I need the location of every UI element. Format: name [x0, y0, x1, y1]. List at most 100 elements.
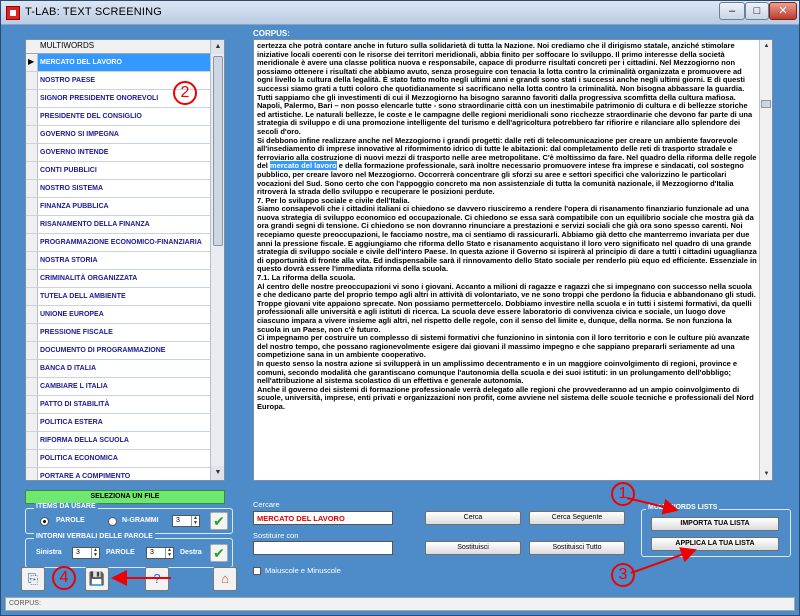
radio-ngrammi[interactable]: [108, 517, 117, 526]
row-marker[interactable]: [26, 450, 38, 467]
destra-stepper[interactable]: 3 ▲ ▼: [146, 547, 174, 559]
row-marker[interactable]: [26, 378, 38, 395]
row-marker[interactable]: [26, 306, 38, 323]
list-item[interactable]: PRESSIONE FISCALE: [26, 324, 210, 342]
scroll-up-arrow-icon[interactable]: ▲: [211, 40, 224, 54]
row-marker[interactable]: [26, 288, 38, 305]
corpus-textbox[interactable]: certezza che potrà contare anche in futu…: [253, 39, 773, 481]
list-item[interactable]: DOCUMENTO DI PROGRAMMAZIONE: [26, 342, 210, 360]
list-item[interactable]: PRESIDENTE DEL CONSIGLIO: [26, 108, 210, 126]
destra-label: Destra: [180, 549, 202, 556]
radio-parole[interactable]: [40, 517, 49, 526]
apply-list-button[interactable]: APPLICA LA TUA LISTA: [651, 537, 779, 551]
list-item[interactable]: PORTARE A COMPIMENTO: [26, 468, 210, 480]
row-marker[interactable]: [26, 90, 38, 107]
minimize-button[interactable]: –: [719, 2, 745, 20]
row-marker[interactable]: [26, 414, 38, 431]
row-marker[interactable]: [26, 108, 38, 125]
row-marker[interactable]: [26, 252, 38, 269]
help-icon[interactable]: ?: [145, 567, 169, 591]
row-marker[interactable]: [26, 180, 38, 197]
list-item[interactable]: NOSTRA STORIA: [26, 252, 210, 270]
list-item[interactable]: GOVERNO INTENDE: [26, 144, 210, 162]
list-item[interactable]: UNIONE EUROPEA: [26, 306, 210, 324]
corpus-label: CORPUS:: [253, 29, 290, 38]
search-button[interactable]: Cerca: [425, 511, 521, 525]
replace-all-button[interactable]: Sostituisci Tutto: [529, 541, 625, 555]
list-item[interactable]: RIFORMA DELLA SCUOLA: [26, 432, 210, 450]
row-marker[interactable]: [26, 144, 38, 161]
checkmark-icon[interactable]: ✔: [210, 512, 228, 530]
multiwords-rows: MERCATO DEL LAVORO NOSTRO PAESE SIGNOR PRE…: [26, 54, 210, 480]
context-group: INTORNI VERBALI DELLE PAROLE Sinistra 3 …: [25, 533, 233, 568]
close-button[interactable]: ✕: [769, 2, 797, 20]
scroll-down-arrow-icon[interactable]: ▼: [760, 468, 772, 480]
list-item[interactable]: CRIMINALITÀ ORGANIZZATA: [26, 270, 210, 288]
list-item[interactable]: FINANZA PUBBLICA: [26, 198, 210, 216]
replace-button[interactable]: Sostituisci: [425, 541, 521, 555]
stepper-arrows-icon[interactable]: ▲ ▼: [91, 548, 99, 558]
home-icon[interactable]: ⌂: [213, 567, 237, 591]
replace-label: Sostituire con: [253, 531, 299, 540]
list-item-label: NOSTRO PAESE: [40, 77, 96, 84]
list-item[interactable]: BANCA D ITALIA: [26, 360, 210, 378]
ngram-stepper[interactable]: 3 ▲ ▼: [172, 515, 200, 527]
row-marker[interactable]: [26, 126, 38, 143]
multiwords-scrollbar[interactable]: ▲ ▼: [210, 40, 224, 480]
search-input[interactable]: MERCATO DEL LAVORO: [253, 511, 393, 525]
list-item[interactable]: RISANAMENTO DELLA FINANZA: [26, 216, 210, 234]
row-marker[interactable]: [26, 234, 38, 251]
row-marker[interactable]: [26, 270, 38, 287]
row-marker[interactable]: [26, 432, 38, 449]
copy-icon[interactable]: ⎘: [21, 567, 45, 591]
list-item[interactable]: PROGRAMMAZIONE ECONOMICO-FINANZIARIA: [26, 234, 210, 252]
row-marker[interactable]: [26, 468, 38, 480]
checkmark-icon[interactable]: ✔: [210, 544, 228, 562]
select-file-button[interactable]: SELEZIONA UN FILE: [25, 490, 225, 504]
row-marker[interactable]: [26, 216, 38, 233]
list-item-label: MERCATO DEL LAVORO: [40, 59, 122, 66]
replace-input[interactable]: [253, 541, 393, 555]
row-marker[interactable]: [26, 72, 38, 89]
maximize-button[interactable]: □: [745, 2, 769, 20]
corpus-text[interactable]: certezza che potrà contare anche in futu…: [257, 42, 757, 480]
list-item[interactable]: POLITICA ESTERA: [26, 414, 210, 432]
list-item[interactable]: GOVERNO SI IMPEGNA: [26, 126, 210, 144]
multiwords-column-header[interactable]: MULTIWORDS: [26, 40, 210, 54]
search-next-button[interactable]: Cerca Seguente: [529, 511, 625, 525]
stepper-arrows-icon[interactable]: ▲ ▼: [165, 548, 173, 558]
row-marker[interactable]: [26, 54, 38, 71]
list-item[interactable]: POLITICA ECONOMICA: [26, 450, 210, 468]
status-text: CORPUS:: [9, 600, 41, 607]
annotation-4: 4: [52, 566, 76, 590]
radio-ngrammi-label: N-GRAMMI: [122, 517, 159, 524]
stepper-arrows-icon[interactable]: ▲ ▼: [191, 516, 199, 526]
row-marker[interactable]: [26, 342, 38, 359]
save-icon[interactable]: 💾: [85, 567, 109, 591]
scroll-down-arrow-icon[interactable]: ▼: [211, 466, 224, 480]
title-bar[interactable]: T-LAB: TEXT SCREENING – □ ✕: [1, 1, 799, 25]
list-item[interactable]: CAMBIARE L ITALIA: [26, 378, 210, 396]
row-marker[interactable]: [26, 396, 38, 413]
scroll-thumb[interactable]: [213, 56, 223, 246]
annotation-3: 3: [611, 563, 635, 587]
import-list-button[interactable]: IMPORTA TUA LISTA: [651, 517, 779, 531]
sinistra-stepper-value: 3: [76, 549, 80, 556]
row-marker[interactable]: [26, 198, 38, 215]
row-marker[interactable]: [26, 162, 38, 179]
sinistra-stepper[interactable]: 3 ▲ ▼: [72, 547, 100, 559]
scroll-thumb[interactable]: [761, 100, 771, 108]
corpus-scrollbar[interactable]: ▲ ▼: [759, 40, 772, 480]
annotation-2: 2: [173, 81, 197, 105]
multiwords-grid[interactable]: MULTIWORDS MERCATO DEL LAVORO NOSTRO PAES…: [25, 39, 225, 481]
list-item-label: PROGRAMMAZIONE ECONOMICO-FINANZIARIA: [40, 239, 202, 246]
row-marker[interactable]: [26, 360, 38, 377]
list-item[interactable]: PATTO DI STABILITÀ: [26, 396, 210, 414]
row-marker[interactable]: [26, 324, 38, 341]
scroll-up-arrow-icon[interactable]: ▲: [760, 40, 772, 52]
list-item[interactable]: MERCATO DEL LAVORO: [26, 54, 210, 72]
list-item[interactable]: TUTELA DELL AMBIENTE: [26, 288, 210, 306]
case-sensitive-checkbox[interactable]: [253, 567, 261, 575]
list-item[interactable]: NOSTRO SISTEMA: [26, 180, 210, 198]
list-item[interactable]: CONTI PUBBLICI: [26, 162, 210, 180]
